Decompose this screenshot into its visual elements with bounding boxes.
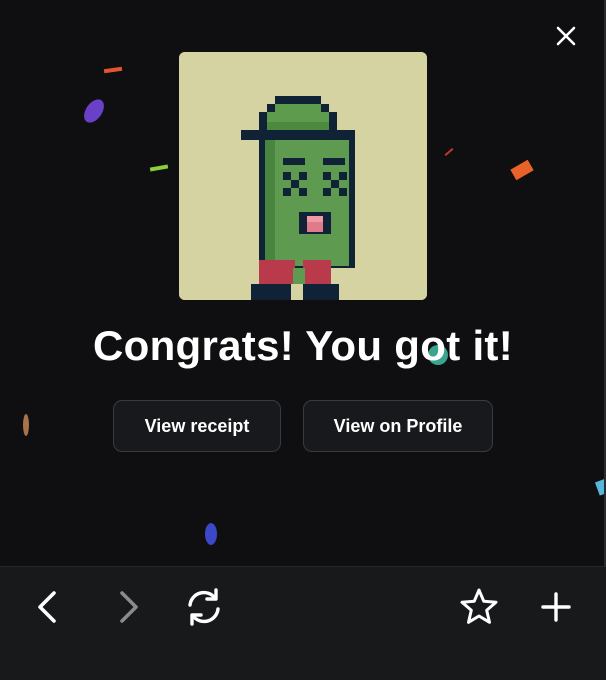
close-button[interactable]: [548, 18, 584, 54]
confetti-piece: [103, 66, 123, 74]
close-icon: [556, 26, 576, 46]
confetti-piece: [205, 523, 217, 545]
confetti-piece: [84, 99, 104, 123]
reload-icon: [188, 588, 220, 626]
confetti-piece: [444, 148, 454, 156]
back-icon: [38, 591, 56, 623]
success-dialog: Congrats! You got it! View receipt View …: [0, 0, 606, 566]
bookmark-button[interactable]: [457, 585, 501, 629]
confetti-piece: [510, 159, 534, 181]
star-icon: [460, 588, 498, 624]
forward-icon: [120, 591, 138, 623]
pickle-character-art: [179, 52, 427, 300]
success-headline: Congrats! You got it!: [92, 322, 514, 369]
reload-button[interactable]: [182, 585, 226, 629]
confetti-piece: [149, 164, 169, 172]
view-on-profile-button[interactable]: View on Profile: [303, 400, 493, 452]
new-tab-button[interactable]: [534, 585, 578, 629]
add-icon: [541, 592, 571, 622]
back-button[interactable]: [26, 585, 70, 629]
browser-toolbar: [0, 566, 606, 680]
forward-button[interactable]: [106, 585, 150, 629]
confetti-piece: [594, 478, 604, 496]
confetti-piece: [23, 414, 29, 436]
nft-image: [179, 52, 427, 300]
view-receipt-button[interactable]: View receipt: [113, 400, 281, 452]
